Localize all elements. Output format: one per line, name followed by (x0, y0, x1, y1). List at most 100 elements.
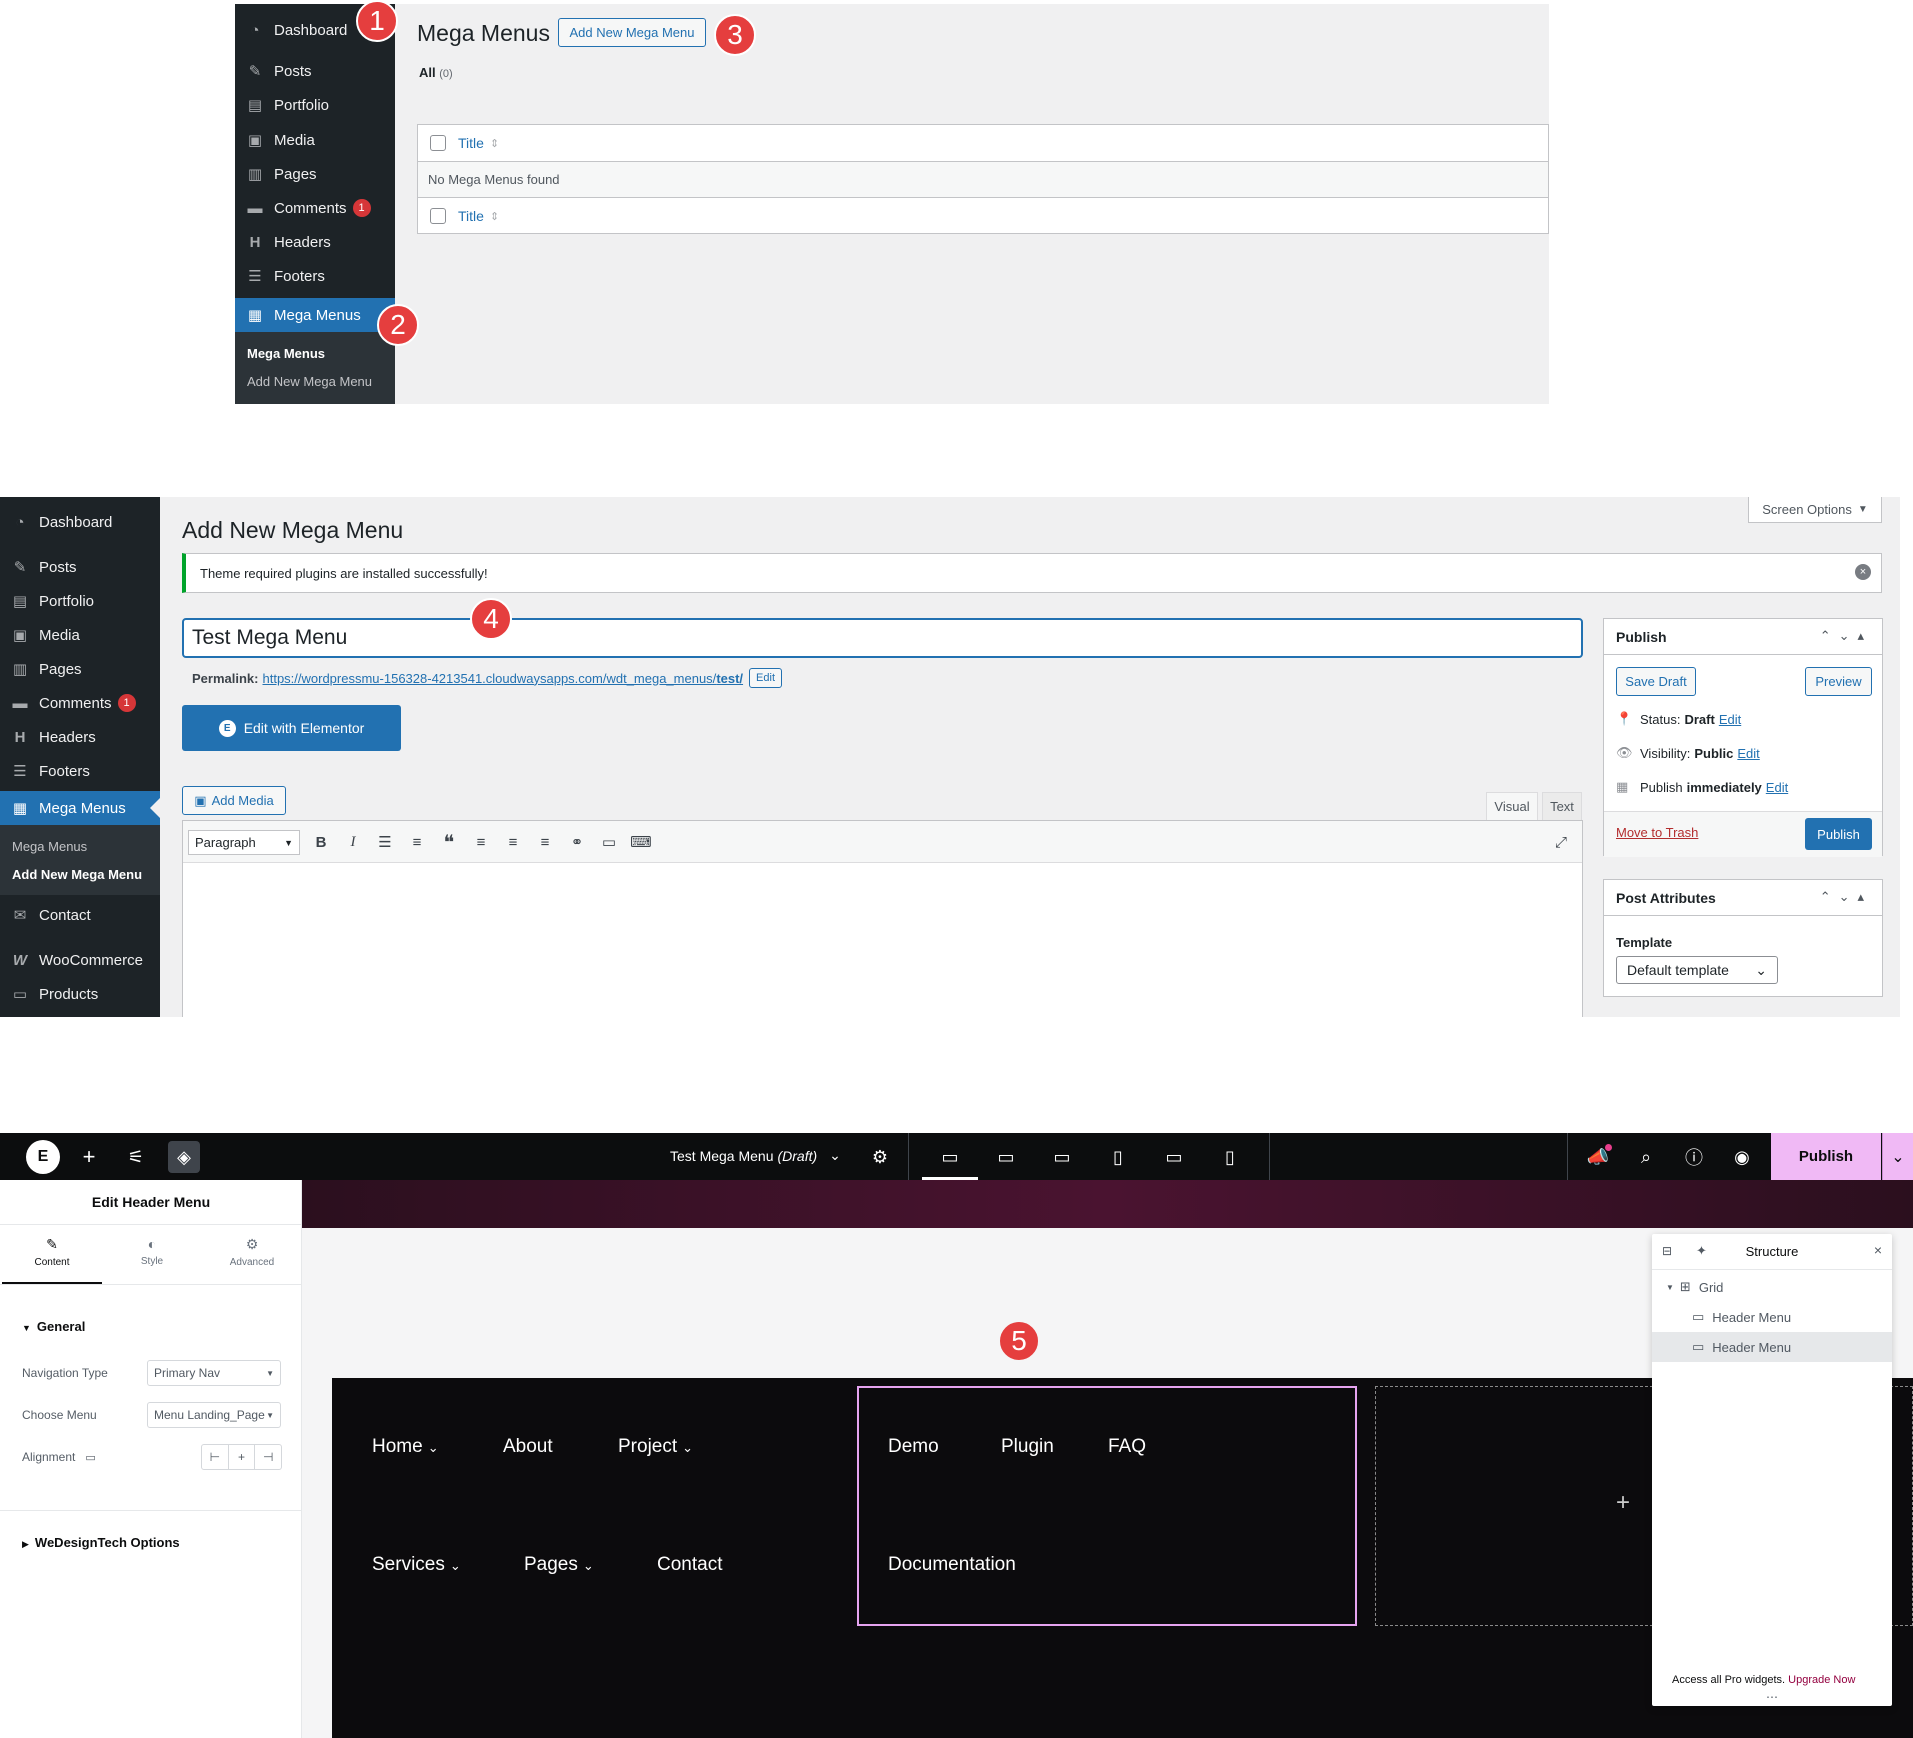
nav-item-faq[interactable]: FAQ (1108, 1436, 1146, 1458)
bullet-list-icon[interactable]: ☰ (375, 832, 395, 852)
align-left-icon[interactable]: ≡ (471, 832, 491, 852)
save-draft-button[interactable]: Save Draft (1616, 667, 1696, 696)
add-element-icon[interactable]: + (77, 1144, 101, 1169)
visibility-edit-link[interactable]: Edit (1737, 746, 1759, 761)
permalink-edit-button[interactable]: Edit (749, 668, 783, 688)
resize-handle-icon[interactable]: ⋯ (1766, 1690, 1778, 1704)
structure-item-grid[interactable]: ▼ ⊞ Grid (1652, 1272, 1892, 1302)
nav-item-pages[interactable]: Pages ⌄ (524, 1554, 594, 1576)
structure-item-header-menu-selected[interactable]: ▭ Header Menu (1652, 1332, 1892, 1362)
nav-item-contact[interactable]: Contact (657, 1554, 722, 1576)
close-icon[interactable]: × (1874, 1242, 1882, 1258)
align-center-icon[interactable]: + (229, 1445, 256, 1469)
sidebar-item-mega-menus[interactable]: ▦ Mega Menus (0, 791, 160, 825)
choose-menu-select[interactable]: Menu Landing_Page ▼ (147, 1402, 281, 1428)
submenu-add-new[interactable]: Add New Mega Menu (12, 867, 142, 882)
publish-options-button[interactable]: ⌄ (1882, 1133, 1913, 1180)
nav-item-services[interactable]: Services ⌄ (372, 1554, 461, 1576)
nav-item-project[interactable]: Project ⌄ (618, 1436, 693, 1458)
box-controls[interactable]: ⌃⌄▴ (1820, 628, 1872, 644)
sidebar-item-portfolio[interactable]: ▤ Portfolio (0, 584, 160, 618)
tab-text[interactable]: Text (1542, 792, 1582, 820)
align-end-icon[interactable]: ⊣ (255, 1445, 281, 1469)
sidebar-item-woocommerce[interactable]: W WooCommerce (0, 943, 160, 977)
submenu-mega-menus[interactable]: Mega Menus (247, 346, 325, 361)
sidebar-item-headers[interactable]: H Headers (0, 720, 160, 754)
selected-widget-outline[interactable]: Demo Plugin FAQ Documentation (857, 1386, 1357, 1626)
tablet-landscape-icon[interactable]: ▭ (1050, 1145, 1074, 1169)
bold-icon[interactable]: B (311, 832, 331, 852)
blockquote-icon[interactable]: ❝ (439, 832, 459, 854)
publish-button[interactable]: Publish (1771, 1133, 1881, 1180)
sidebar-item-footers[interactable]: ☰ Footers (0, 754, 160, 788)
align-start-icon[interactable]: ⊢ (202, 1445, 229, 1469)
edit-with-elementor-button[interactable]: E Edit with Elementor (182, 705, 401, 751)
schedule-edit-link[interactable]: Edit (1766, 780, 1788, 795)
sort-icon[interactable]: ⇕ (490, 137, 499, 150)
mobile-landscape-icon[interactable]: ▭ (1162, 1145, 1186, 1169)
sidebar-item-products[interactable]: ▭ Products (0, 977, 160, 1011)
italic-icon[interactable]: I (343, 832, 363, 852)
laptop-icon[interactable]: ▭ (994, 1145, 1018, 1169)
tab-content[interactable]: ✎ Content (2, 1236, 102, 1284)
submenu-mega-menus[interactable]: Mega Menus (12, 839, 87, 854)
toolbar-toggle-icon[interactable]: ⌨ (630, 832, 652, 852)
add-new-mega-menu-button[interactable]: Add New Mega Menu (558, 18, 706, 47)
permalink-link[interactable]: https://wordpressmu-156328-4213541.cloud… (262, 671, 743, 686)
nav-item-home[interactable]: Home ⌄ (372, 1436, 439, 1458)
desktop-icon[interactable]: ▭ (938, 1145, 962, 1169)
move-to-trash-link[interactable]: Move to Trash (1616, 825, 1698, 840)
preview-eye-icon[interactable]: ◉ (1730, 1145, 1754, 1169)
search-icon[interactable]: ⌕ (1634, 1145, 1658, 1169)
site-settings-icon[interactable]: ⚟ (124, 1145, 148, 1169)
select-all-checkbox[interactable] (430, 135, 446, 151)
tab-advanced[interactable]: ⚙ Advanced (202, 1236, 302, 1284)
sort-icon[interactable]: ⇕ (490, 210, 499, 223)
add-media-button[interactable]: ▣ Add Media (182, 786, 286, 815)
tablet-icon[interactable]: ▯ (1106, 1145, 1130, 1169)
align-center-icon[interactable]: ≡ (503, 832, 523, 852)
sidebar-item-mega-menus[interactable]: ▦ Mega Menus (235, 298, 395, 332)
sidebar-item-dashboard[interactable]: ◔ Dashboard (0, 505, 160, 539)
format-select[interactable]: Paragraph ▼ (188, 830, 300, 855)
submenu-add-new[interactable]: Add New Mega Menu (247, 374, 372, 389)
sidebar-item-media[interactable]: ▣ Media (0, 618, 160, 652)
screen-options-button[interactable]: Screen Options ▼ (1748, 497, 1882, 523)
section-general-toggle[interactable]: ▼ General (22, 1319, 85, 1334)
sidebar-item-footers[interactable]: ☰ Footers (235, 259, 395, 293)
read-more-icon[interactable]: ▭ (599, 832, 619, 852)
upgrade-now-link[interactable]: Upgrade Now (1788, 1674, 1855, 1686)
sidebar-item-contact[interactable]: ✉ Contact (0, 898, 160, 932)
preview-button[interactable]: Preview (1805, 667, 1872, 696)
align-right-icon[interactable]: ≡ (535, 832, 555, 852)
tab-visual[interactable]: Visual (1486, 792, 1538, 820)
sidebar-item-portfolio[interactable]: ▤ Portfolio (235, 88, 395, 122)
nav-item-documentation[interactable]: Documentation (888, 1554, 1016, 1576)
fullscreen-icon[interactable]: ⤢ (1551, 832, 1571, 852)
sidebar-item-posts[interactable]: ✎ Posts (0, 550, 160, 584)
select-all-checkbox-footer[interactable] (430, 208, 446, 224)
sidebar-item-posts[interactable]: ✎ Posts (235, 54, 395, 88)
publish-button[interactable]: Publish (1805, 818, 1872, 850)
help-icon[interactable]: ⓘ (1682, 1145, 1706, 1169)
tab-style[interactable]: ◐ Style (102, 1236, 202, 1284)
status-edit-link[interactable]: Edit (1719, 712, 1741, 727)
dismiss-notice-icon[interactable]: × (1855, 564, 1871, 580)
section-wedesigntech-toggle[interactable]: ▶ WeDesignTech Options (22, 1535, 180, 1550)
nav-item-plugin[interactable]: Plugin (1001, 1436, 1054, 1458)
sidebar-item-pages[interactable]: ▥ Pages (0, 652, 160, 686)
box-controls[interactable]: ⌃⌄▴ (1820, 889, 1872, 905)
sidebar-item-comments[interactable]: ▬ Comments 1 (235, 191, 395, 225)
filter-all[interactable]: All (0) (419, 65, 453, 80)
sidebar-item-comments[interactable]: ▬ Comments 1 (0, 686, 160, 720)
page-settings-icon[interactable]: ⚙ (868, 1145, 892, 1169)
structure-item-header-menu[interactable]: ▭ Header Menu (1652, 1302, 1892, 1332)
sidebar-item-media[interactable]: ▣ Media (235, 123, 395, 157)
sidebar-item-pages[interactable]: ▥ Pages (235, 157, 395, 191)
nav-item-about[interactable]: About (503, 1436, 553, 1458)
numbered-list-icon[interactable]: ≡ (407, 832, 427, 852)
link-icon[interactable]: ⚭ (567, 832, 587, 852)
post-title-input[interactable]: Test Mega Menu (182, 618, 1583, 658)
nav-item-demo[interactable]: Demo (888, 1436, 939, 1458)
sidebar-item-headers[interactable]: H Headers (235, 225, 395, 259)
